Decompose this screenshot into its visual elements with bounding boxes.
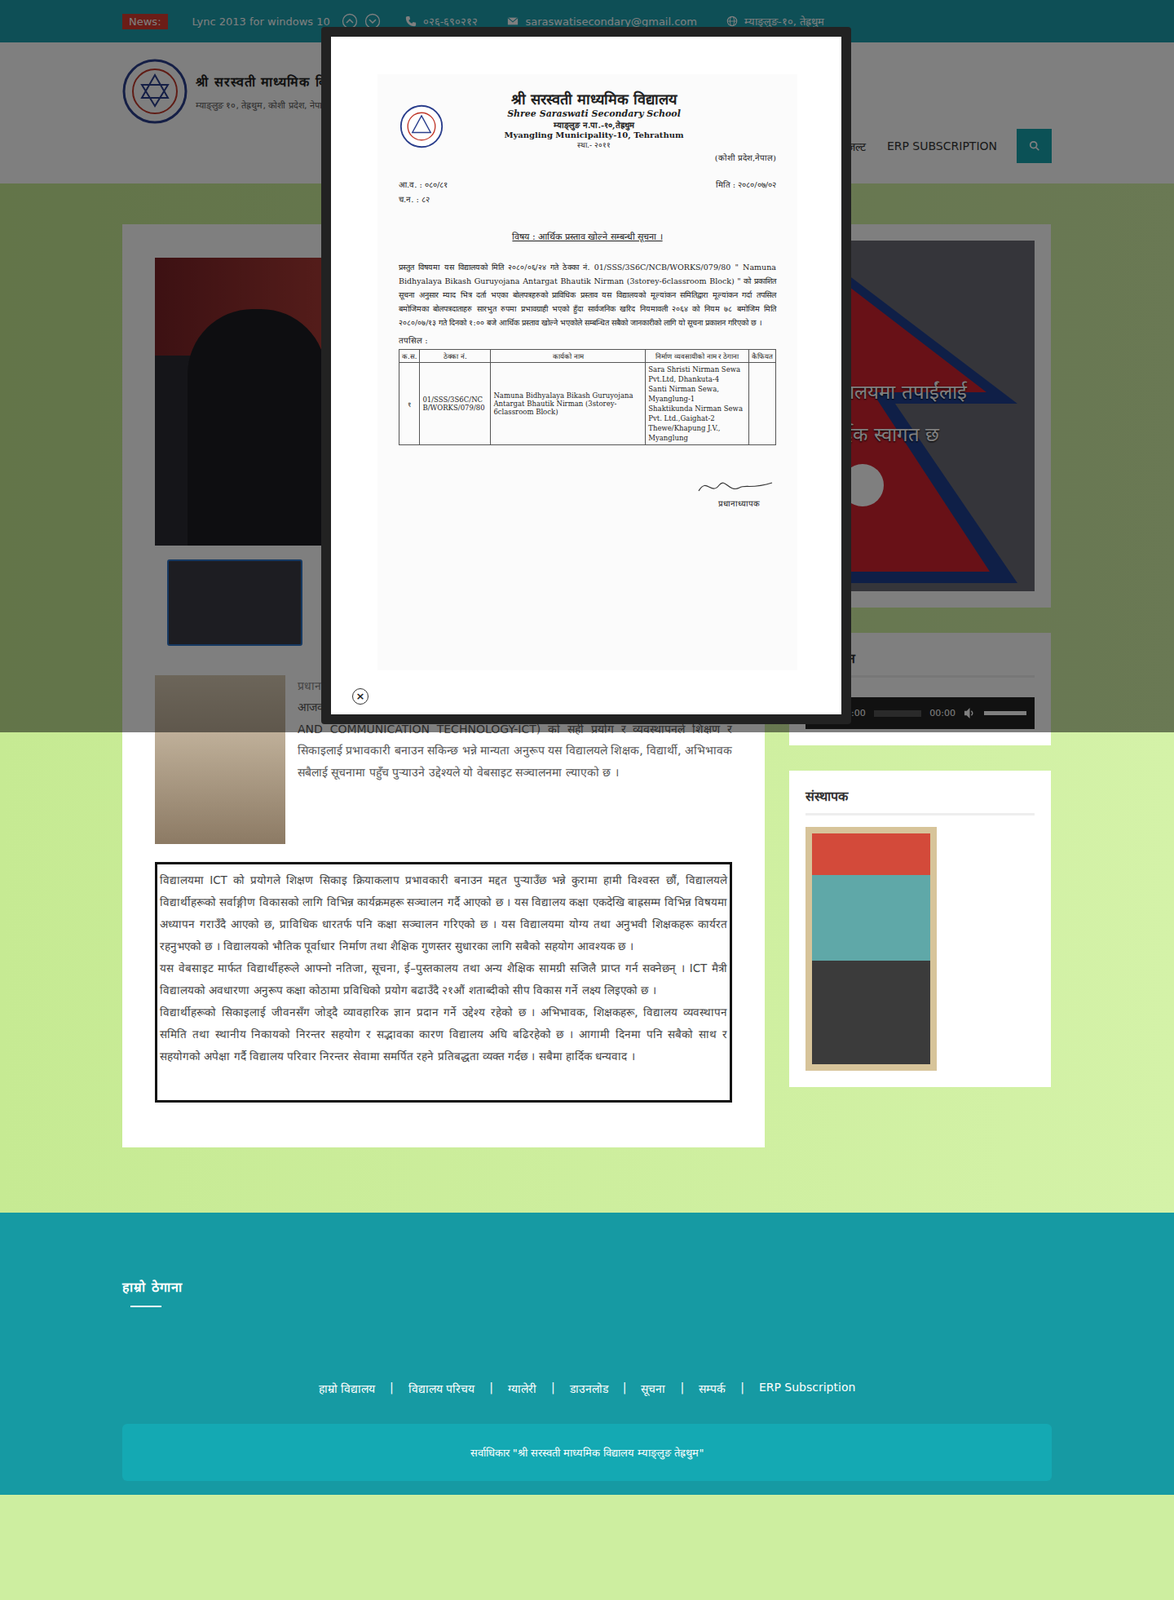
footer-link[interactable]: सूचना (640, 1380, 666, 1396)
reference-number: च.न. : ८२ (398, 192, 448, 208)
document-address-en: Myangling Municipality-10, Tehrathum (444, 130, 744, 140)
footer-link[interactable]: ERP Subscription (759, 1380, 856, 1396)
notice-paragraph: यस वेबसाइट मार्फत विद्यार्थीहरूले आफ्नो … (159, 957, 728, 1002)
table-header: क.स. (399, 349, 420, 363)
table-cell: Sara Shristi Nirman Sewa Pvt.Ltd, Dhanku… (645, 362, 750, 446)
table-cell (748, 362, 776, 446)
table-cell: १ (399, 362, 420, 446)
footer-link[interactable]: डाउनलोड (569, 1380, 609, 1396)
notice-modal: श्री सरस्वती माध्यमिक विद्यालय Shree Sar… (321, 26, 852, 724)
founder-photo (805, 826, 937, 1071)
bidder: Thewe/Khapung J.V., Myanglung (648, 423, 746, 443)
footer-title: हाम्रो ठेगाना (122, 1277, 1052, 1296)
link-separator: | (551, 1380, 556, 1396)
copyright-bar: सर्वाधिकार "श्री सरस्वती माध्यमिक विद्या… (122, 1423, 1052, 1481)
table-cell: Namuna Bidhyalaya Bikash Guruyojana Anta… (490, 362, 646, 446)
link-separator: | (389, 1380, 394, 1396)
document-title: श्री सरस्वती माध्यमिक विद्यालय (444, 88, 744, 109)
table-header: निर्माण व्यवसायीको नाम र ठेगाना (645, 349, 750, 363)
page: News: Lync 2013 for windows 10 ०२६-६९०२१… (0, 0, 1174, 1600)
table-header: कैफियत (748, 349, 776, 363)
bidder: Shaktikunda Nirman Sewa Pvt. Ltd.,Gaigha… (648, 403, 746, 424)
notice-paragraph: विद्यार्थीहरूको सिकाइलाई जीवनसँग जोड्दै … (159, 1001, 728, 1068)
document-subject: विषय : आर्थिक प्रस्ताव खोल्ने सम्बन्धी स… (398, 229, 777, 243)
notice-document: श्री सरस्वती माध्यमिक विद्यालय Shree Sar… (377, 74, 798, 671)
document-logo-icon (398, 103, 445, 150)
signature-icon (694, 472, 777, 498)
bidders-table: क.स.ठेक्का नं.कार्यको नामनिर्माण व्यवसाय… (398, 348, 777, 446)
document-address: म्याङ्लुङ न.पा.-१०,तेह्रथुम (444, 119, 744, 131)
bidder: Santi Nirman Sewa, Myanglung-1 (648, 383, 746, 404)
footer-links: हाम्रो विद्यालय | विद्यालय परिचय | ग्यालेर… (122, 1380, 1052, 1396)
fiscal-year: आ.व. : ०८०/८१ (398, 177, 448, 193)
table-header: कार्यको नाम (490, 349, 646, 363)
table-cell: 01/SSS/3S6C/NCB/WORKS/079/80 (419, 362, 491, 446)
document-body: प्रस्तुत विषयमा यस विद्यालयको मिति २०८०/… (398, 260, 777, 330)
signatory: प्रधानाध्यापक (718, 497, 760, 509)
founder-widget: संस्थापक (789, 770, 1051, 1087)
document-title-en: Shree Saraswati Secondary School (444, 108, 744, 120)
document-date: मिति : २०८०/०७/०२ (715, 177, 777, 208)
document-established: स्था.- २०११ (444, 139, 744, 151)
link-separator: | (740, 1380, 745, 1396)
footer-link[interactable]: ग्यालेरी (507, 1380, 537, 1396)
bidder: Sara Shristi Nirman Sewa Pvt.Ltd, Dhanku… (648, 364, 746, 384)
link-separator: | (679, 1380, 685, 1396)
widget-title: संस्थापक (805, 786, 1035, 816)
document-province: (कोशी प्रदेश,नेपाल) (398, 151, 777, 164)
notice-paragraph: विद्यालयमा ICT को प्रयोगले शिक्षण सिकाइ … (159, 869, 728, 958)
footer: हाम्रो ठेगाना हाम्रो विद्यालय | विद्यालय … (0, 1212, 1174, 1495)
footer-link[interactable]: हाम्रो विद्यालय (318, 1380, 376, 1396)
table-header: ठेक्का नं. (419, 349, 491, 363)
close-button[interactable]: × (352, 688, 369, 705)
footer-link[interactable]: विद्यालय परिचय (408, 1380, 475, 1396)
footer-link[interactable]: सम्पर्क (698, 1380, 726, 1396)
details-label: तपसिल : (398, 334, 777, 346)
link-separator: | (489, 1380, 494, 1396)
notice-box: विद्यालयमा ICT को प्रयोगले शिक्षण सिकाइ … (154, 861, 733, 1103)
table-row: १01/SSS/3S6C/NCB/WORKS/079/80Namuna Bidh… (399, 362, 777, 446)
link-separator: | (622, 1380, 627, 1396)
